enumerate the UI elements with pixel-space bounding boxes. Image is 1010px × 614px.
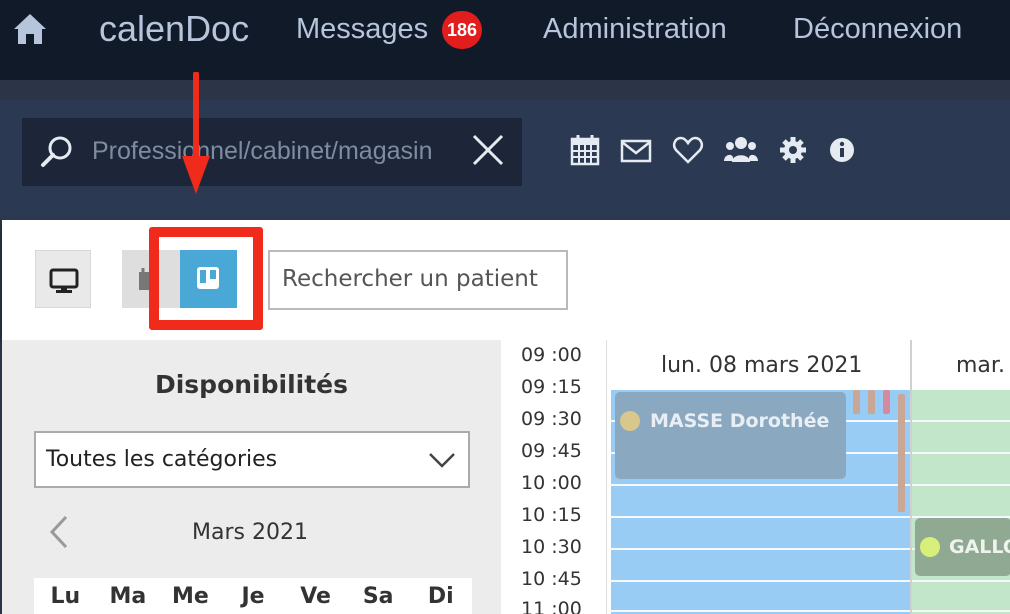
- users-icon[interactable]: [724, 134, 758, 171]
- weekday: Me: [172, 584, 209, 609]
- view-toolbar: Rechercher un patient: [2, 220, 1010, 340]
- time-slot-label: 09 :15: [521, 376, 582, 398]
- red-arrow-annotation: [176, 71, 216, 201]
- weekday: Ve: [300, 584, 331, 609]
- gear-icon[interactable]: [778, 134, 808, 171]
- agenda-calendar: 09 :00 09 :15 09 :30 09 :45 10 :00 10 :1…: [501, 340, 1010, 614]
- appointment-patient-name: GALLO: [949, 536, 1010, 558]
- time-slot-label: 10 :00: [521, 472, 582, 494]
- day-header-monday[interactable]: lun. 08 mars 2021: [661, 340, 863, 390]
- category-select[interactable]: Toutes les catégories: [34, 431, 470, 488]
- status-dot: [620, 411, 640, 431]
- weekday: Je: [241, 584, 265, 609]
- status-dot: [920, 537, 940, 557]
- chevron-down-icon: [428, 450, 456, 475]
- nav-logout[interactable]: Déconnexion: [793, 13, 962, 46]
- professional-search-input[interactable]: Professionnel/cabinet/magasin: [92, 137, 454, 166]
- weekday: Lu: [50, 584, 81, 609]
- event-stripe[interactable]: [898, 394, 905, 512]
- availability-title: Disponibilités: [154, 370, 349, 399]
- messages-count-badge: 186: [442, 11, 482, 49]
- time-slot-label: 09 :00: [521, 344, 582, 366]
- day-header-tuesday[interactable]: mar.: [956, 340, 1005, 390]
- clear-search-icon[interactable]: [470, 132, 506, 173]
- nav-administration[interactable]: Administration: [543, 13, 727, 46]
- nav-messages[interactable]: Messages: [296, 13, 428, 46]
- day-separator: [910, 340, 912, 614]
- weekday: Ma: [109, 584, 147, 609]
- time-slot-label: 10 :15: [521, 504, 582, 526]
- weekday: Sa: [362, 584, 394, 609]
- mail-icon[interactable]: [620, 134, 652, 171]
- slot-gridline: [611, 610, 1010, 612]
- calendar-icon[interactable]: [570, 134, 600, 171]
- availability-panel: Disponibilités Toutes les catégories Mar…: [2, 340, 501, 614]
- heart-icon[interactable]: [672, 134, 704, 171]
- search-icon: [40, 135, 74, 174]
- appointment-patient-name: MASSE Dorothée: [650, 410, 830, 432]
- info-icon[interactable]: [828, 134, 856, 171]
- time-slot-label: 10 :30: [521, 536, 582, 558]
- top-navbar: calenDoc Messages 186 Administration Déc…: [0, 0, 1010, 80]
- time-slot-label: 10 :45: [521, 568, 582, 590]
- event-stripe[interactable]: [853, 390, 860, 414]
- slot-gridline: [611, 580, 1010, 582]
- highlight-box: [149, 227, 263, 330]
- weekday-header: Lu Ma Me Je Ve Sa Di: [34, 578, 472, 614]
- previous-month-button[interactable]: [48, 514, 70, 555]
- appointment-card[interactable]: GALLO: [915, 518, 1010, 576]
- time-slot-label: 09 :45: [521, 440, 582, 462]
- home-icon[interactable]: [12, 12, 48, 46]
- slot-gridline: [611, 484, 1010, 486]
- time-slot-label: 11 :00: [521, 598, 582, 614]
- professional-search-box[interactable]: Professionnel/cabinet/magasin: [22, 118, 522, 186]
- event-stripe[interactable]: [868, 390, 875, 414]
- patient-search-input[interactable]: Rechercher un patient: [268, 250, 568, 310]
- time-column: 09 :00 09 :15 09 :30 09 :45 10 :00 10 :1…: [501, 340, 607, 614]
- weekday: Di: [427, 584, 454, 609]
- month-label: Mars 2021: [192, 520, 308, 545]
- app-logo[interactable]: calenDoc: [99, 8, 249, 50]
- desktop-icon: [49, 268, 79, 293]
- category-selected-value: Toutes les catégories: [46, 447, 278, 472]
- appointment-card[interactable]: MASSE Dorothée: [615, 392, 846, 479]
- time-slot-label: 09 :30: [521, 408, 582, 430]
- event-stripe[interactable]: [883, 390, 890, 414]
- chevron-left-icon: [49, 515, 68, 549]
- search-zone: Professionnel/cabinet/magasin: [0, 100, 1010, 220]
- tool-icons: [570, 134, 856, 171]
- desktop-view-button[interactable]: [35, 250, 91, 308]
